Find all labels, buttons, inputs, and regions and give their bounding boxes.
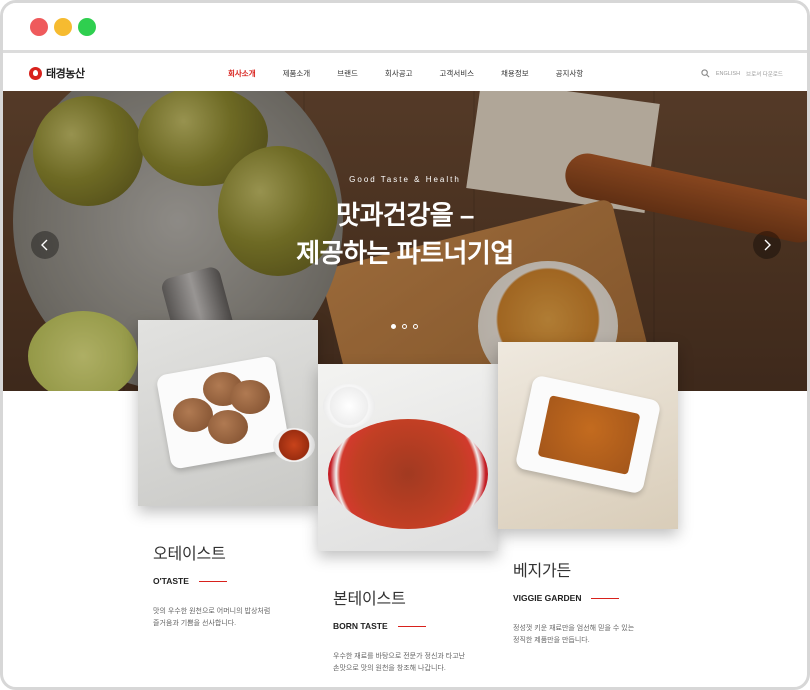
accent-divider: [591, 597, 620, 599]
hero-slide-dot-1[interactable]: [391, 324, 396, 329]
product-description-line: 정직한 제품만을 만듭니다.: [513, 637, 590, 644]
window-titlebar: [3, 3, 807, 53]
nav-item-customer-service[interactable]: 고객서비스: [440, 68, 475, 79]
stew-pan-image: [328, 419, 488, 529]
main-nav: 회사소개 제품소개 브랜드 회사공고 고객서비스 채용정보 공지사항: [228, 56, 610, 91]
accent-divider: [397, 625, 426, 627]
product-description-line: 즐거움과 기쁨을 선사합니다.: [153, 620, 237, 627]
browser-window: 태경농산 회사소개 제품소개 브랜드 회사공고 고객서비스 채용정보 공지사항 …: [0, 0, 810, 690]
food-image: [173, 398, 213, 432]
viggiegarden-product-image[interactable]: [498, 342, 678, 529]
product-name-ko: 본테이스트: [333, 591, 406, 608]
logo[interactable]: 태경농산: [29, 65, 85, 81]
viggiegarden-product-block: 베지가든 VIGGIE GARDEN 정성껏 키운 재료만을 엄선해 믿을 수 …: [513, 557, 634, 647]
product-description-line: 손맛으로 맛의 원천을 창조해 나갑니다.: [333, 665, 446, 672]
accent-divider: [198, 580, 227, 582]
product-name-ko: 베지가든: [513, 563, 572, 580]
nav-item-company[interactable]: 회사소개: [228, 68, 256, 79]
rice-bowl-image: [323, 384, 375, 428]
product-name-en[interactable]: VIGGIE GARDEN: [513, 593, 634, 603]
hero-headline-line-2: 제공하는 파트너기업: [296, 238, 514, 268]
logo-mark-icon: [29, 66, 42, 80]
hero-headline-line-1: 맛과건강을 –: [336, 200, 474, 230]
borntaste-product-block: 본테이스트 BORN TASTE 우수한 재료를 바탕으로 전문가 정신과 타고…: [333, 585, 465, 675]
hero-prev-button[interactable]: [31, 231, 59, 259]
nav-item-brand[interactable]: 브랜드: [337, 68, 358, 79]
dipping-sauce-image: [273, 428, 315, 462]
search-icon[interactable]: [701, 69, 710, 78]
product-name-en-label: BORN TASTE: [333, 621, 388, 631]
product-description: 맛의 우수한 원천으로 어머니의 밥상처럼 즐거움과 기쁨을 선사합니다.: [153, 606, 270, 630]
nav-item-announcements[interactable]: 회사공고: [385, 68, 413, 79]
product-description: 정성껏 키운 재료만을 엄선해 믿을 수 있는 정직한 제품만을 만듭니다.: [513, 623, 634, 647]
chevron-right-icon: [764, 239, 771, 251]
food-image: [208, 410, 248, 444]
product-description-line: 맛의 우수한 원천으로 어머니의 밥상처럼: [153, 608, 271, 615]
otaste-product-image[interactable]: [138, 320, 318, 506]
brochure-link[interactable]: 브로셔 다운로드: [746, 70, 783, 78]
hero-pagination: [391, 324, 418, 329]
borntaste-product-image[interactable]: [318, 364, 498, 551]
hero-banner: Good Taste & Health 맛과건강을 – 제공하는 파트너기업: [3, 91, 807, 391]
product-name-en[interactable]: O'TASTE: [153, 576, 270, 586]
hero-slide-dot-3[interactable]: [413, 324, 418, 329]
hero-tagline: Good Taste & Health: [349, 175, 461, 184]
minimize-window-button[interactable]: [54, 18, 72, 36]
site-header: 태경농산 회사소개 제품소개 브랜드 회사공고 고객서비스 채용정보 공지사항 …: [3, 56, 807, 91]
product-description: 우수한 재료를 바탕으로 전문가 정신과 타고난 손맛으로 맛의 원천을 창조해…: [333, 651, 465, 675]
logo-text: 태경농산: [46, 68, 85, 80]
product-name-en-label: O'TASTE: [153, 576, 189, 586]
maximize-window-button[interactable]: [78, 18, 96, 36]
product-description-line: 정성껏 키운 재료만을 엄선해 믿을 수 있는: [513, 625, 635, 632]
nav-item-careers[interactable]: 채용정보: [501, 68, 529, 79]
language-link[interactable]: ENGLISH: [716, 71, 740, 77]
product-name-en[interactable]: BORN TASTE: [333, 621, 465, 631]
product-name-ko: 오테이스트: [153, 546, 226, 563]
otaste-product-block: 오테이스트 O'TASTE 맛의 우수한 원천으로 어머니의 밥상처럼 즐거움과…: [153, 540, 270, 630]
food-image: [230, 380, 270, 414]
close-window-button[interactable]: [30, 18, 48, 36]
chevron-left-icon: [41, 239, 48, 251]
hero-slide-dot-2[interactable]: [402, 324, 407, 329]
hero-next-button[interactable]: [753, 231, 781, 259]
nav-item-products[interactable]: 제품소개: [283, 68, 311, 79]
product-name-en-label: VIGGIE GARDEN: [513, 593, 582, 603]
nav-item-notices[interactable]: 공지사항: [556, 68, 584, 79]
utility-menu: ENGLISH 브로셔 다운로드: [701, 56, 783, 91]
product-description-line: 우수한 재료를 바탕으로 전문가 정신과 타고난: [333, 653, 466, 660]
